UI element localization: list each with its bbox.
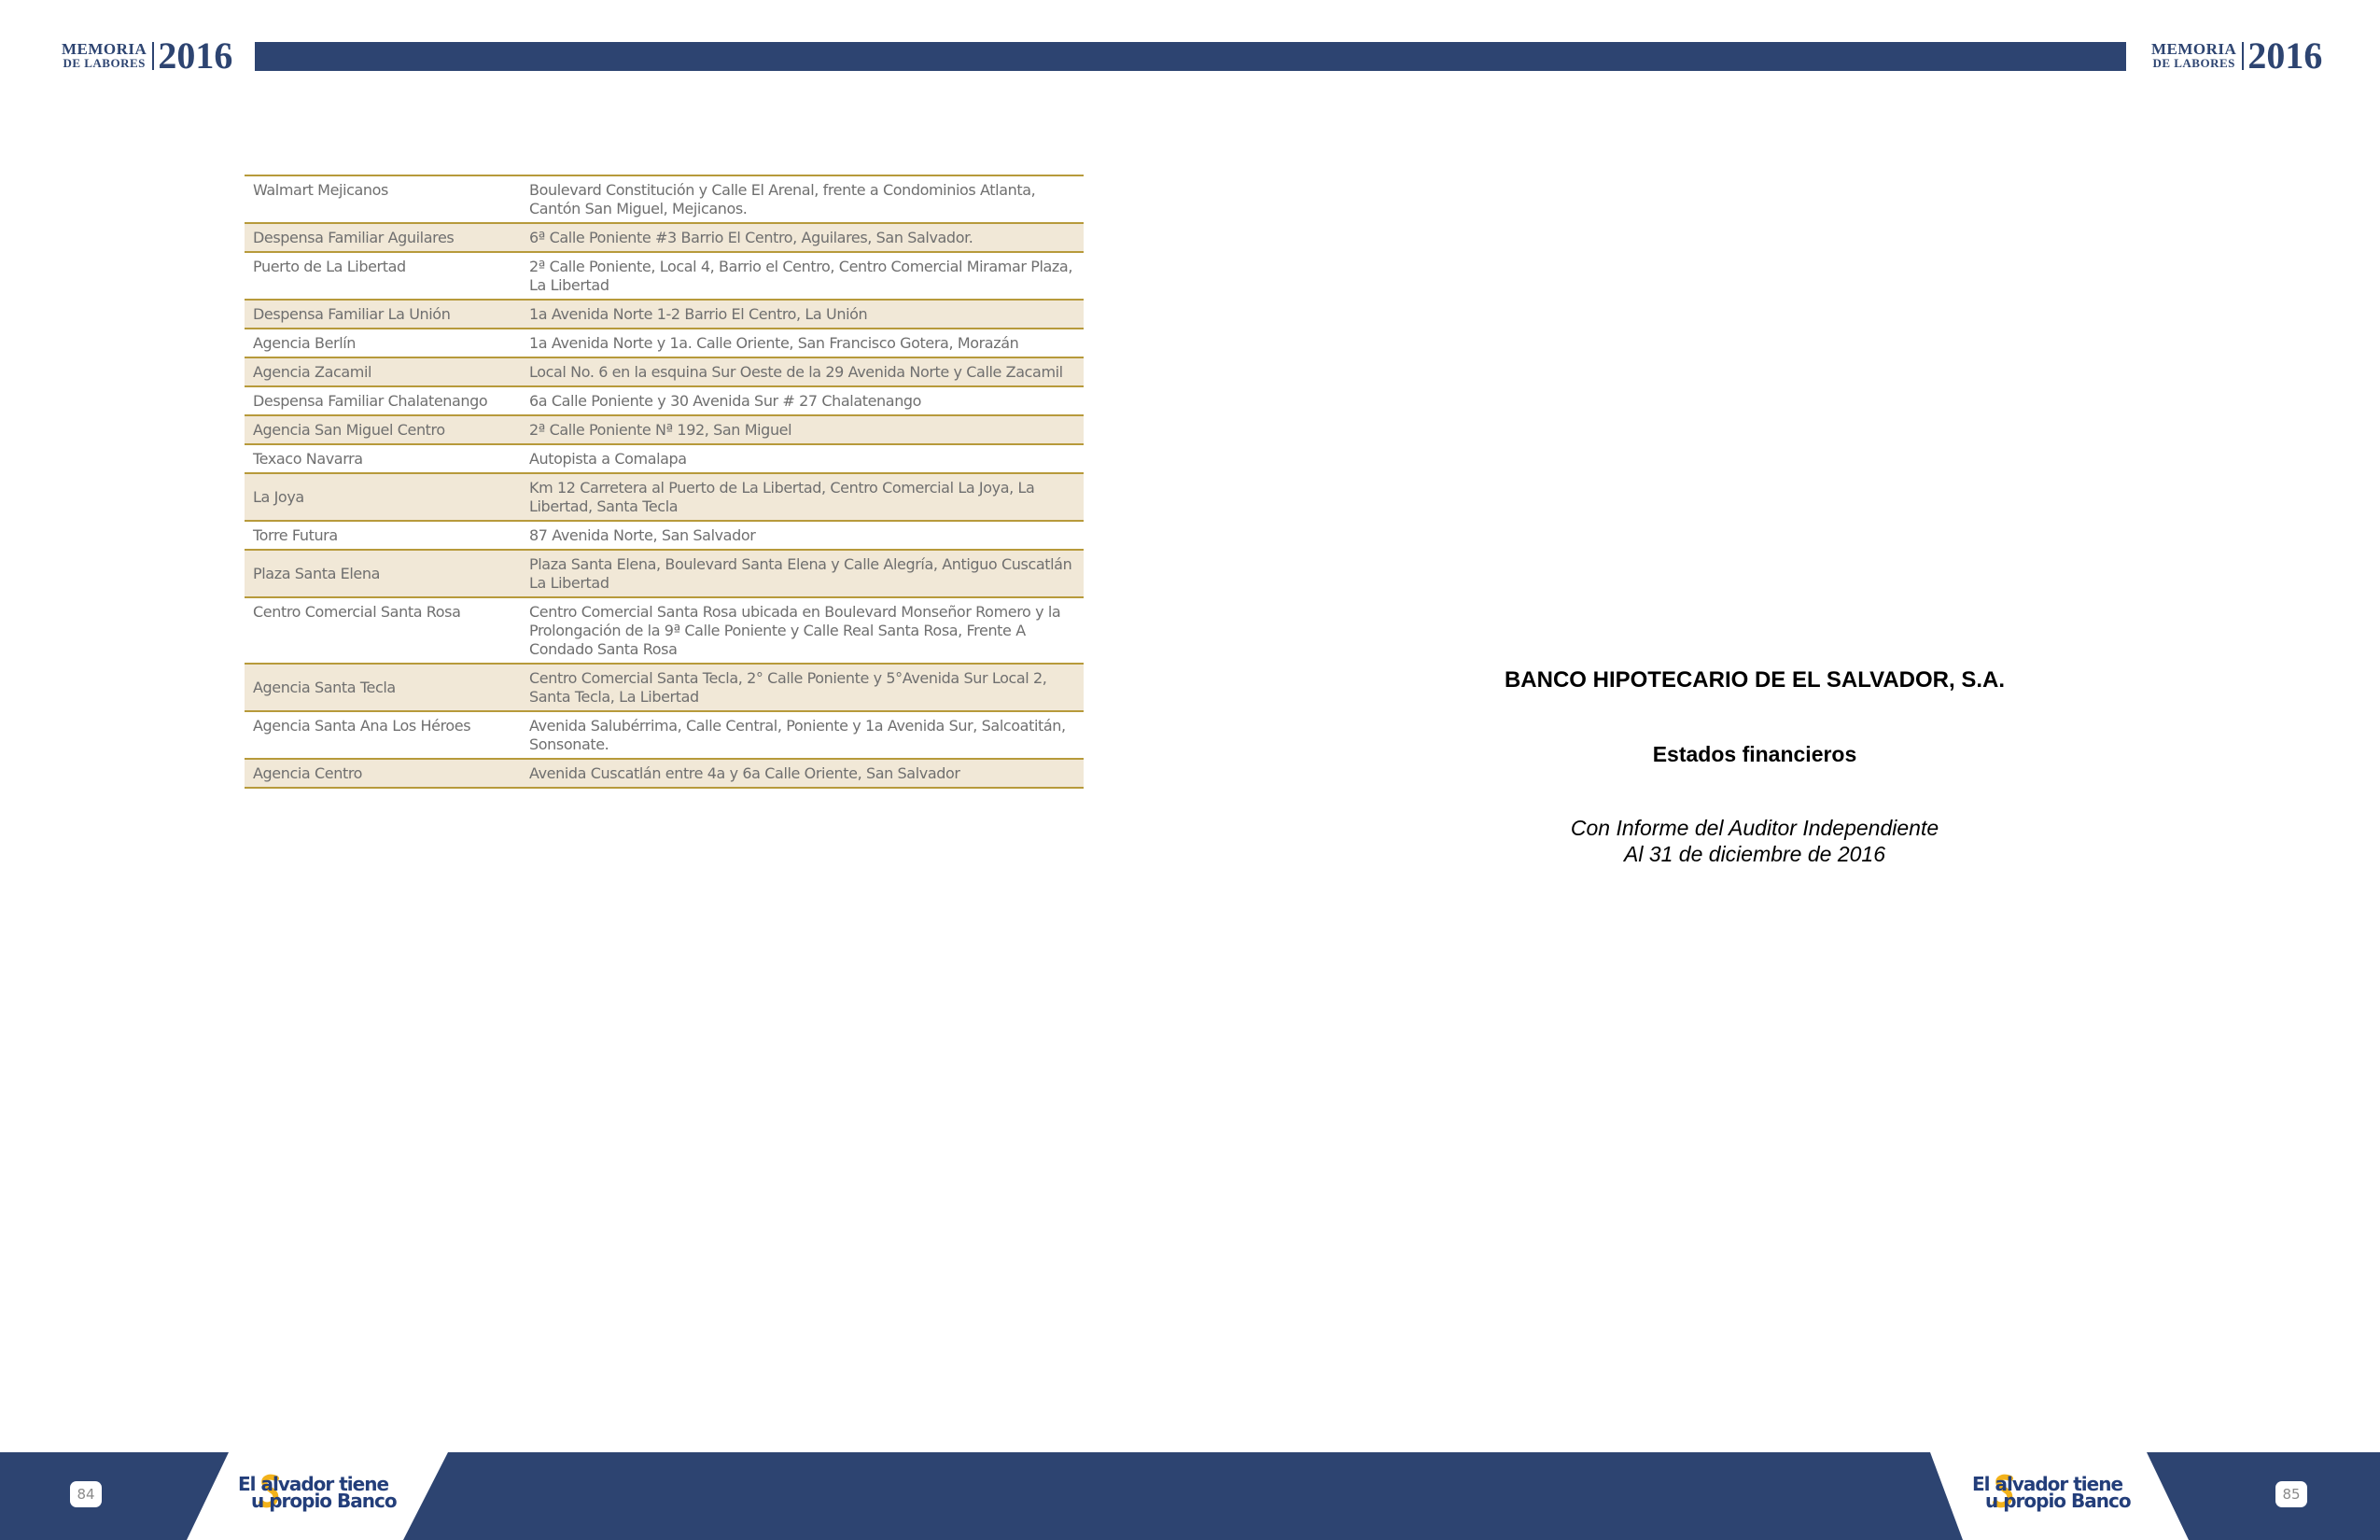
branch-address-cell: Centro Comercial Santa Tecla, 2° Calle P… <box>529 669 1047 706</box>
branch-name-cell: Centro Comercial Santa Rosa <box>253 603 461 621</box>
table-row: Texaco Navarra Autopista a Comalapa <box>245 444 1084 473</box>
branch-name-cell: Agencia Santa Tecla <box>253 679 396 696</box>
branch-address-cell: Avenida Salubérrima, Calle Central, Poni… <box>529 717 1066 753</box>
branch-name-cell: Walmart Mejicanos <box>253 181 388 199</box>
logo-line1: MEMORIA <box>62 40 147 58</box>
slogan-line-2: u propio Banco <box>1985 1490 2132 1512</box>
branch-name-cell: Despensa Familiar Chalatenango <box>253 392 488 410</box>
branch-table: Walmart Mejicanos Boulevard Constitución … <box>245 175 1084 789</box>
branch-address-cell: 1a Avenida Norte y 1a. Calle Oriente, Sa… <box>529 334 1019 352</box>
page-number-right: 85 <box>2275 1481 2307 1507</box>
header-bar <box>255 42 2126 71</box>
logo-line2: DE LABORES <box>2152 56 2235 70</box>
slogan-line-2: u propio Banco <box>251 1490 398 1512</box>
table-row: Agencia Santa Ana Los Héroes Avenida Salu… <box>245 711 1084 759</box>
branch-address-cell: Boulevard Constitución y Calle El Arenal… <box>529 181 1036 217</box>
branch-name-cell: Despensa Familiar Aguilares <box>253 229 455 246</box>
branch-address-cell: 87 Avenida Norte, San Salvador <box>529 526 756 544</box>
branch-table-body: Walmart Mejicanos Boulevard Constitución … <box>245 175 1084 788</box>
table-row: Agencia Berlín 1a Avenida Norte y 1a. Cal… <box>245 329 1084 357</box>
table-row: Agencia Centro Avenida Cuscatlán entre 4a… <box>245 759 1084 788</box>
table-row: Agencia Santa Tecla Centro Comercial Sant… <box>245 664 1084 711</box>
memoria-logo-right: MEMORIA DE LABORES 2016 <box>2151 37 2322 75</box>
table-row: Agencia San Miguel Centro 2ª Calle Ponien… <box>245 415 1084 444</box>
auditor-line-2: Al 31 de diciembre de 2016 <box>1623 842 1886 866</box>
table-row: Despensa Familiar Aguilares 6ª Calle Poni… <box>245 223 1084 252</box>
slogan-logo-left: El alvador tiene u propio Banco <box>238 1471 415 1518</box>
page-number-left: 84 <box>70 1481 102 1507</box>
table-row: Agencia Zacamil Local No. 6 en la esquina… <box>245 357 1084 386</box>
branch-address-cell: Autopista a Comalapa <box>529 450 687 468</box>
logo-line1: MEMORIA <box>2151 40 2237 58</box>
branch-address-cell: 6a Calle Poniente y 30 Avenida Sur # 27 … <box>529 392 922 410</box>
branch-address-cell: 2ª Calle Poniente Nª 192, San Miguel <box>529 421 792 439</box>
branch-name-cell: Agencia Zacamil <box>253 363 372 381</box>
table-row: Walmart Mejicanos Boulevard Constitución … <box>245 175 1084 223</box>
branch-name-cell: Despensa Familiar La Unión <box>253 305 451 323</box>
table-row: Plaza Santa Elena Plaza Santa Elena, Boul… <box>245 550 1084 597</box>
branch-name-cell: Agencia Santa Ana Los Héroes <box>253 717 471 735</box>
branch-name-cell: Agencia Centro <box>253 764 363 782</box>
table-row: Puerto de La Libertad 2ª Calle Poniente, … <box>245 252 1084 300</box>
branch-name-cell: Agencia Berlín <box>253 334 357 352</box>
branch-address-cell: 1a Avenida Norte 1-2 Barrio El Centro, L… <box>529 305 868 323</box>
bank-title: BANCO HIPOTECARIO DE EL SALVADOR, S.A. <box>1504 667 2006 693</box>
logo-year: 2016 <box>158 35 233 77</box>
branch-name-cell: Puerto de La Libertad <box>253 258 406 275</box>
branch-address-cell: 2ª Calle Poniente, Local 4, Barrio el Ce… <box>529 258 1073 294</box>
slogan-logo-right: El alvador tiene u propio Banco <box>1972 1471 2149 1518</box>
branch-name-cell: Agencia San Miguel Centro <box>253 421 445 439</box>
branch-address-cell: 6ª Calle Poniente #3 Barrio El Centro, A… <box>529 229 973 246</box>
branch-address-cell: Centro Comercial Santa Rosa ubicada en B… <box>529 603 1061 658</box>
branch-address-cell: Plaza Santa Elena, Boulevard Santa Elena… <box>529 555 1072 592</box>
logo-year: 2016 <box>2247 35 2323 77</box>
branch-name-cell: La Joya <box>253 488 304 506</box>
logo-line2: DE LABORES <box>63 56 146 70</box>
table-row: Despensa Familiar La Unión 1a Avenida Nor… <box>245 300 1084 329</box>
branch-address-cell: Km 12 Carretera al Puerto de La Libertad… <box>529 479 1035 515</box>
memoria-logo-left: MEMORIA DE LABORES 2016 <box>62 37 232 75</box>
branch-address-cell: Avenida Cuscatlán entre 4a y 6a Calle Or… <box>529 764 960 782</box>
auditor-note: Con Informe del Auditor Independiente Al… <box>1456 815 2053 867</box>
branch-name-cell: Texaco Navarra <box>253 450 363 468</box>
branch-name-cell: Torre Futura <box>253 526 338 544</box>
branch-address-cell: Local No. 6 en la esquina Sur Oeste de l… <box>529 363 1063 381</box>
table-row: Despensa Familiar Chalatenango 6a Calle P… <box>245 386 1084 415</box>
auditor-line-1: Con Informe del Auditor Independiente <box>1570 816 1939 840</box>
table-row: La Joya Km 12 Carretera al Puerto de La L… <box>245 473 1084 521</box>
branch-name-cell: Plaza Santa Elena <box>253 565 380 582</box>
document-subtitle: Estados financieros <box>1652 742 1857 766</box>
table-row: Centro Comercial Santa Rosa Centro Comerc… <box>245 597 1084 664</box>
table-row: Torre Futura 87 Avenida Norte, San Salvad… <box>245 521 1084 550</box>
